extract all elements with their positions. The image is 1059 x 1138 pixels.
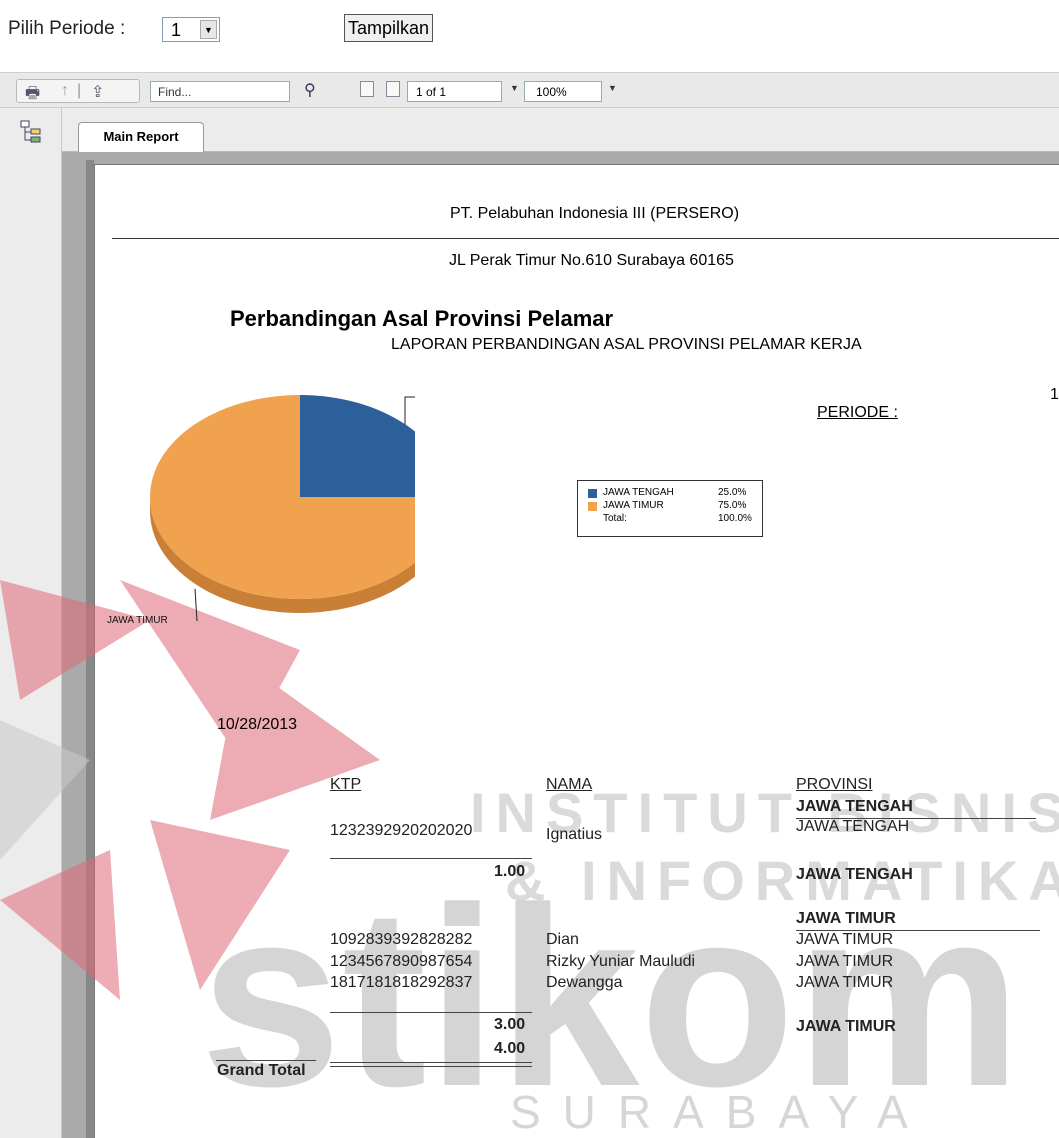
legend-name: JAWA TENGAH: [603, 487, 674, 498]
legend-percent: 100.0%: [718, 513, 752, 524]
page-prev-icon[interactable]: [386, 81, 400, 97]
viewer-toolbar: 🖶 ↑ | ⇪ Find... ⚲ 1 of 1 ▼ 100% ▼: [0, 72, 1059, 108]
column-header-provinsi: PROVINSI: [796, 776, 873, 793]
tab-strip: Main Report: [62, 108, 1059, 153]
report-title: Perbandingan Asal Provinsi Pelamar: [230, 306, 614, 331]
report-subtitle: LAPORAN PERBANDINGAN ASAL PROVINSI PELAM…: [391, 336, 862, 353]
cell-nama: Rizky Yuniar Mauludi: [546, 953, 696, 970]
show-button[interactable]: Tampilkan: [344, 14, 434, 42]
group-footer: JAWA TIMUR: [796, 1018, 896, 1035]
cell-provinsi: JAWA TIMUR: [796, 931, 894, 948]
column-header-nama: NAMA: [546, 776, 593, 793]
cell-provinsi: JAWA TIMUR: [796, 974, 894, 991]
print-icon[interactable]: 🖶: [25, 82, 40, 109]
report-date: 10/28/2013: [217, 716, 298, 733]
export-icon[interactable]: ⇪: [91, 82, 104, 102]
tab-main-report[interactable]: Main Report: [78, 122, 204, 153]
group-header: JAWA TENGAH: [796, 798, 913, 815]
pie-chart: JAWA TENGAHJAWA TIMUR: [107, 395, 415, 626]
legend-entry: JAWA TENGAH 25.0%: [588, 487, 758, 499]
legend-swatch: [588, 502, 597, 511]
find-input[interactable]: Find...: [150, 81, 290, 102]
cell-ktp: 1232392920202020: [330, 822, 473, 839]
legend-percent: 75.0%: [718, 500, 747, 511]
chart-legend: JAWA TENGAH 25.0% JAWA TIMUR 75.0% Total: 100…: [577, 480, 763, 537]
period-label: Pilih Periode :: [8, 18, 126, 39]
cell-nama: Dian: [546, 931, 579, 948]
company-address: JL Perak Timur No.610 Surabaya 60165: [449, 252, 734, 269]
cell-nama: Ignatius: [546, 826, 603, 843]
period-select[interactable]: 1 ▼: [162, 17, 220, 42]
cell-ktp: 1234567890987654: [330, 953, 473, 970]
group-tree-icon[interactable]: [20, 120, 42, 144]
grand-total-label: Grand Total: [217, 1062, 306, 1079]
periode-value: 1: [1050, 386, 1059, 403]
period-select-value: 1: [171, 20, 182, 40]
legend-entry: Total: 100.0%: [588, 513, 758, 525]
filter-bar: Pilih Periode : 1 ▼ Tampilkan: [0, 0, 1059, 62]
group-header: JAWA TIMUR: [796, 910, 896, 927]
page-dropdown-icon[interactable]: ▼: [510, 83, 519, 93]
column-header-ktp: KTP: [330, 776, 362, 793]
pie-slice-jawa-tengah: [300, 395, 415, 497]
cell-provinsi: JAWA TENGAH: [796, 818, 910, 835]
periode-label: PERIODE :: [817, 404, 898, 421]
cell-provinsi: JAWA TIMUR: [796, 953, 894, 970]
zoom-select[interactable]: 100%: [524, 81, 602, 102]
pie-label: JAWA TIMUR: [107, 615, 168, 626]
zoom-dropdown-icon[interactable]: ▼: [608, 83, 617, 93]
group-count: 1.00: [494, 863, 526, 880]
up-arrow-icon[interactable]: ↑: [61, 82, 69, 100]
toolbar-export-group: 🖶 ↑ | ⇪: [16, 79, 140, 103]
header-divider: [112, 238, 1059, 239]
group-count: 3.00: [494, 1016, 526, 1033]
cell-ktp: 1092839392828282: [330, 931, 473, 948]
cell-nama: Dewangga: [546, 974, 623, 991]
group-tree-panel: [0, 108, 62, 1138]
page-indicator[interactable]: 1 of 1: [407, 81, 502, 102]
legend-name: JAWA TIMUR: [603, 500, 664, 511]
binoculars-icon[interactable]: ⚲: [304, 80, 316, 100]
legend-percent: 25.0%: [718, 487, 747, 498]
legend-swatch: [588, 489, 597, 498]
pie-leader-line: [194, 588, 198, 622]
chevron-down-icon[interactable]: ▼: [200, 20, 217, 39]
company-name: PT. Pelabuhan Indonesia III (PERSERO): [450, 205, 740, 222]
group-footer: JAWA TENGAH: [796, 866, 913, 883]
grand-total-value: 4.00: [494, 1040, 526, 1057]
cell-ktp: 1817181818292837: [330, 974, 473, 991]
page-first-icon[interactable]: [360, 81, 374, 97]
legend-entry: JAWA TIMUR 75.0%: [588, 500, 758, 512]
legend-name: Total:: [603, 513, 627, 524]
pie-leader-line: [404, 396, 415, 425]
